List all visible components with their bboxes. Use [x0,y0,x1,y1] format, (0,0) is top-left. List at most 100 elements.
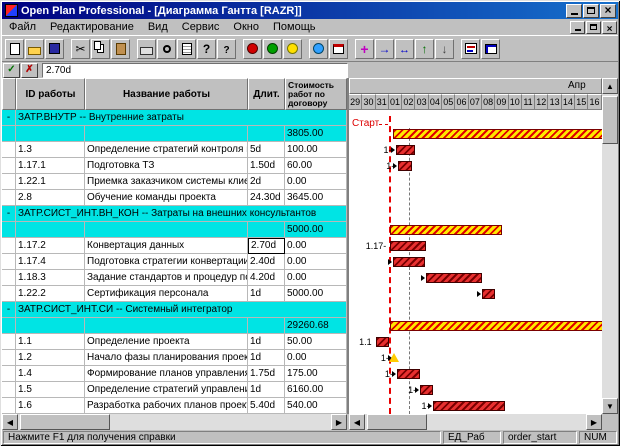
table-row[interactable]: 1.2Начало фазы планирования проекта1d0.0… [2,350,347,366]
new-button[interactable] [5,39,24,59]
maximize-button[interactable] [583,4,599,18]
table-row[interactable]: 1.18.3Задание стандартов и процедур по д… [2,270,347,286]
activity-name-cell[interactable]: Конвертация данных [85,238,248,254]
table-row[interactable]: -ЗАТР.ВНУТР -- Внутренние затраты [2,110,347,126]
activity-name-cell[interactable]: Разработка рабочих планов проекта [85,398,248,414]
activity-name-cell[interactable]: Подготовка ТЗ [85,158,248,174]
task-bar[interactable] [426,273,482,283]
activity-name-cell[interactable]: Начало фазы планирования проекта [85,350,248,366]
table-row[interactable]: 1.22.1Приемка заказчиком системы клиент2… [2,174,347,190]
table-row[interactable]: 1.17.1Подготовка ТЗ1.50d60.00 [2,158,347,174]
table-horizontal-scrollbar[interactable] [2,414,347,430]
gantt-scroll-track[interactable] [365,414,586,430]
menu-item[interactable]: Редактирование [43,20,141,34]
calendar-button[interactable] [329,39,348,59]
table-row[interactable]: 1.17.2Конвертация данных2.70d0.00 [2,238,347,254]
duration-cell[interactable] [248,318,285,334]
context-help-button[interactable] [217,39,236,59]
table-scroll-track[interactable] [18,414,331,430]
task-bar[interactable] [376,337,389,347]
cost-cell[interactable]: 175.00 [285,366,347,382]
print-preview-button[interactable] [157,39,176,59]
cancel-edit-button[interactable]: ✗ [21,63,38,78]
cost-cell[interactable]: 0.00 [285,350,347,366]
task-bar[interactable] [396,145,416,155]
table-row[interactable]: 1.3Определение стратегий контроля и отч5… [2,142,347,158]
gantt-horizontal-scrollbar[interactable] [349,414,602,430]
activity-id-cell[interactable]: 1.4 [16,366,85,382]
duration-cell[interactable]: 2d [248,174,285,190]
table-row[interactable]: 1.4Формирование планов управления1.75d17… [2,366,347,382]
scroll-down-button[interactable] [602,398,618,414]
activity-name-cell[interactable]: Определение стратегий управления и [85,382,248,398]
menu-item[interactable]: Сервис [175,20,227,34]
duration-cell[interactable]: 2.40d [248,254,285,270]
vertical-scroll-thumb[interactable] [602,96,618,144]
activity-name-cell[interactable]: Подготовка стратегии конвертации [85,254,248,270]
app-icon[interactable] [5,4,18,17]
collapse-toggle[interactable]: - [2,302,16,318]
gantt-scroll-thumb[interactable] [367,414,427,430]
activity-name-cell[interactable] [85,222,248,238]
cost-cell[interactable]: 6160.00 [285,382,347,398]
open-button[interactable] [25,39,44,59]
duration-cell[interactable]: 5.40d [248,398,285,414]
task-bar[interactable] [398,161,411,171]
activity-name-cell[interactable]: Формирование планов управления [85,366,248,382]
activity-id-cell[interactable]: 1.22.2 [16,286,85,302]
add-button[interactable] [355,39,374,59]
close-button[interactable] [600,4,616,18]
print-button[interactable] [137,39,156,59]
table-row[interactable]: 1.22.2Сертификация персонала1d5000.00 [2,286,347,302]
help-button[interactable] [197,39,216,59]
cost-cell[interactable]: 50.00 [285,334,347,350]
activity-id-cell[interactable]: 1.5 [16,382,85,398]
vertical-scroll-track[interactable] [602,94,618,398]
cost-cell[interactable]: 29260.68 [285,318,347,334]
activity-id-cell[interactable]: 1.17.2 [16,238,85,254]
menu-item[interactable]: Окно [226,20,266,34]
activity-id-cell[interactable] [16,126,85,142]
menu-item[interactable]: Файл [2,20,43,34]
table-row[interactable]: 29260.68 [2,318,347,334]
link-button[interactable] [375,39,394,59]
duration-cell[interactable]: 1d [248,350,285,366]
clock-button[interactable] [283,39,302,59]
milestone-marker[interactable] [389,353,399,362]
table-row[interactable]: 1.5Определение стратегий управления и1d6… [2,382,347,398]
activity-id-cell[interactable]: 1.17.1 [16,158,85,174]
table-row[interactable]: 1.17.4Подготовка стратегии конвертации2.… [2,254,347,270]
table-row[interactable]: 1.1Определение проекта1d50.00 [2,334,347,350]
activity-name-cell[interactable]: Сертификация персонала [85,286,248,302]
duration-cell-editing[interactable]: 2.70d [248,238,285,254]
paste-button[interactable] [111,39,130,59]
menu-item[interactable]: Вид [141,20,175,34]
cost-cell[interactable]: 3805.00 [285,126,347,142]
activity-name-cell[interactable]: Обучение команды проекта [85,190,248,206]
network-view-button[interactable] [481,39,500,59]
activity-name-cell[interactable]: Определение проекта [85,334,248,350]
activity-id-cell[interactable]: 1.22.1 [16,174,85,190]
gantt-view-button[interactable] [461,39,480,59]
cost-cell[interactable]: 60.00 [285,158,347,174]
activity-id-cell[interactable]: 1.18.3 [16,270,85,286]
summary-bar[interactable] [390,225,502,235]
activity-name-cell[interactable]: Определение стратегий контроля и отч [85,142,248,158]
globe-button[interactable] [309,39,328,59]
activity-name-cell[interactable] [85,318,248,334]
arrow-up-button[interactable] [415,39,434,59]
collapse-toggle[interactable]: - [2,110,16,126]
scroll-right-button[interactable] [331,414,347,430]
duration-cell[interactable]: 5d [248,142,285,158]
cost-cell[interactable]: 540.00 [285,398,347,414]
activity-id-cell[interactable]: 1.1 [16,334,85,350]
activity-id-cell[interactable]: 2.8 [16,190,85,206]
duration-cell[interactable]: 24.30d [248,190,285,206]
table-row[interactable]: 1.6Разработка рабочих планов проекта5.40… [2,398,347,414]
task-bar[interactable] [397,369,420,379]
duration-cell[interactable] [248,126,285,142]
confirm-edit-button[interactable]: ✓ [3,63,20,78]
duration-cell[interactable] [248,222,285,238]
save-button[interactable] [45,39,64,59]
scroll-left-button[interactable] [2,414,18,430]
